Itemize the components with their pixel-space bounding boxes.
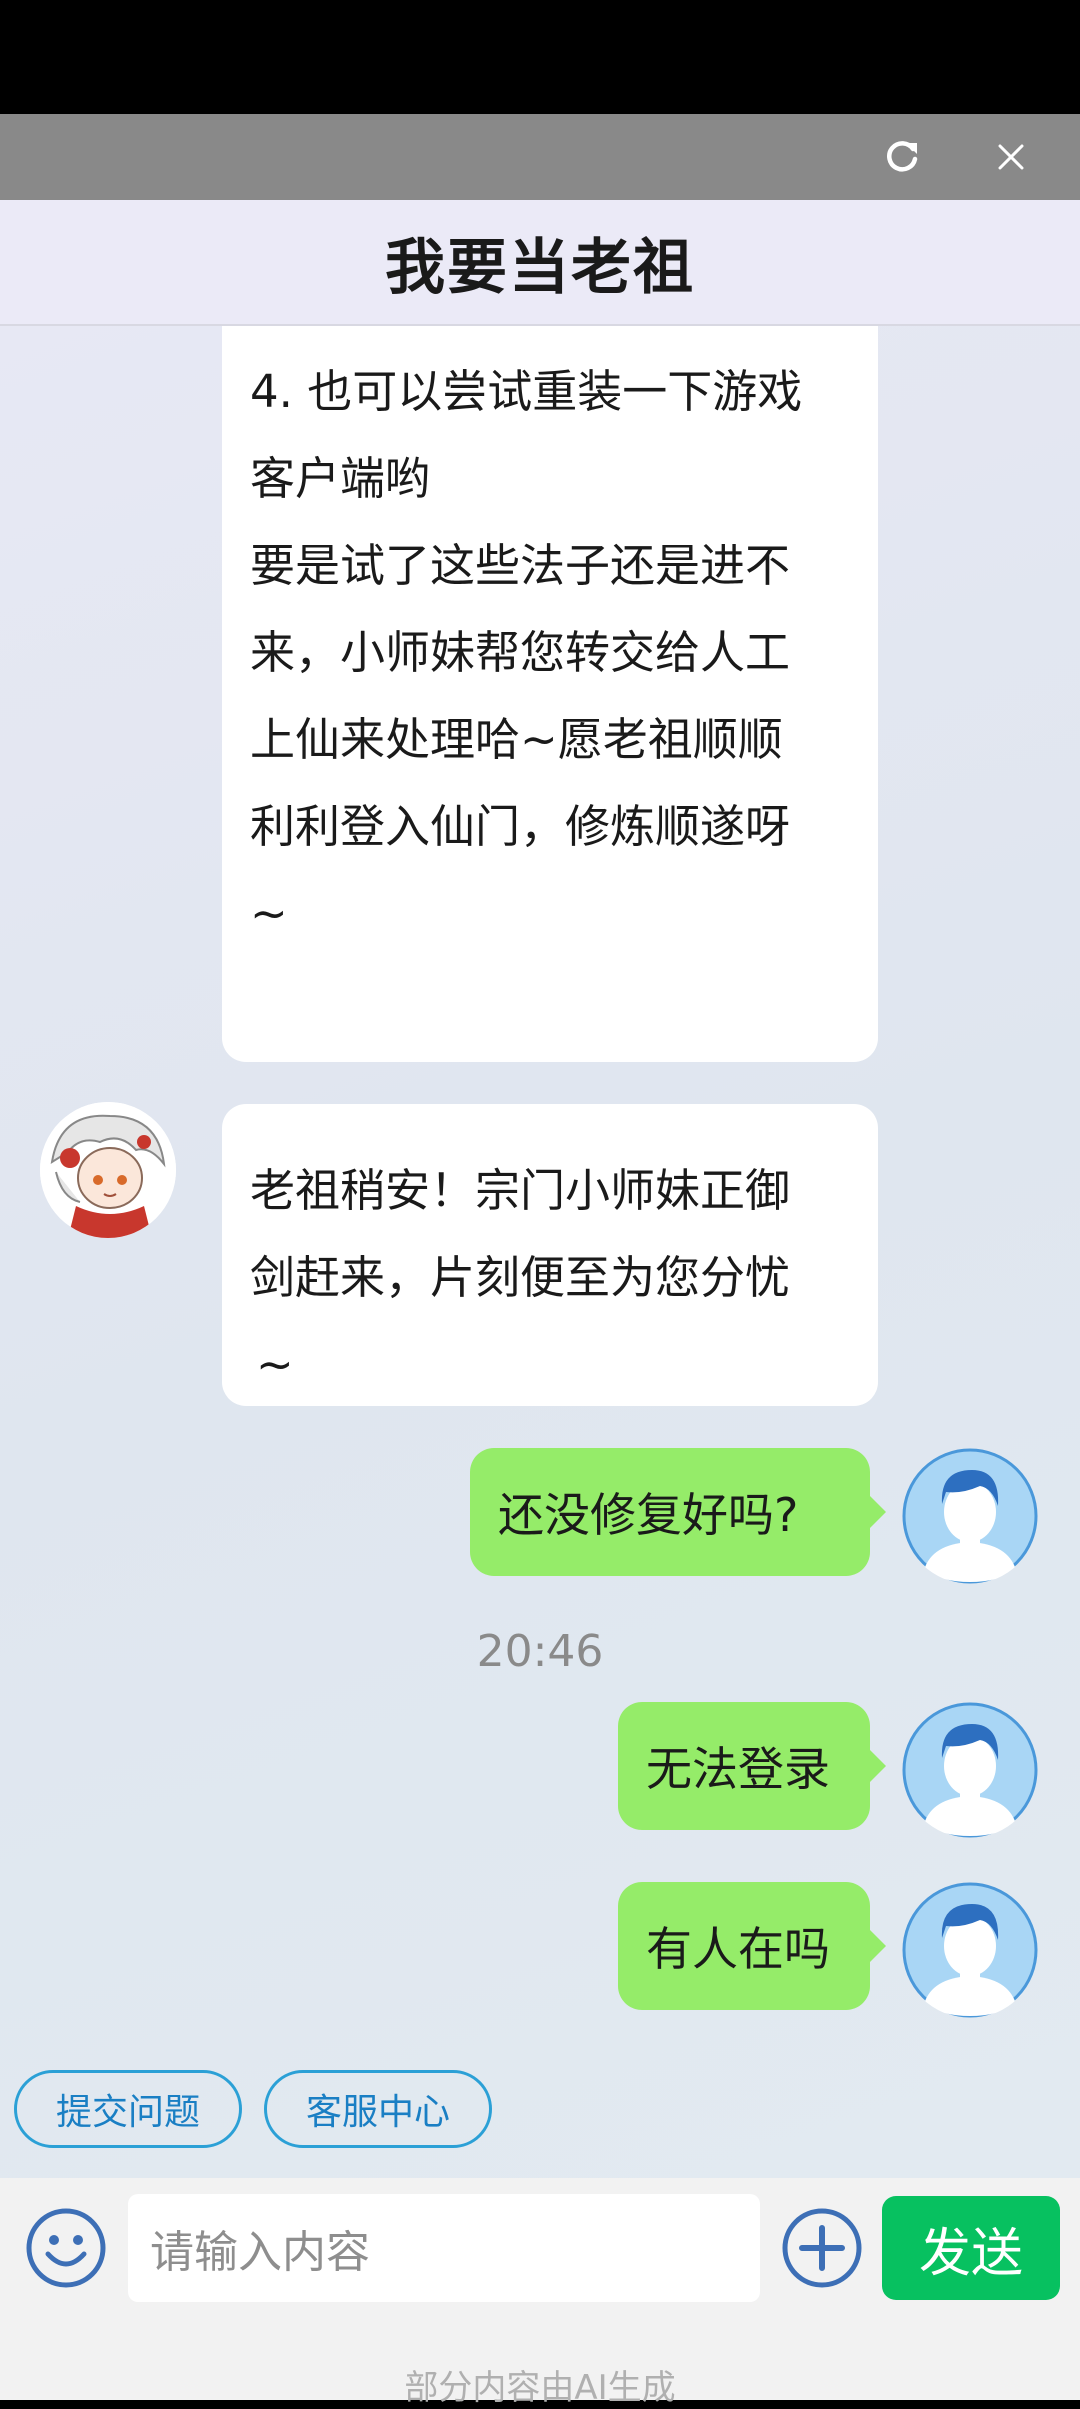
message-text: 无法登录 bbox=[646, 1742, 830, 1796]
bot-avatar[interactable] bbox=[40, 1102, 176, 1238]
input-placeholder: 请输入内容 bbox=[150, 2227, 370, 2278]
emoji-icon[interactable] bbox=[24, 2206, 108, 2290]
page-title: 我要当老祖 bbox=[385, 232, 695, 303]
submit-issue-button[interactable]: 提交问题 bbox=[14, 2070, 242, 2148]
top-toolbar bbox=[0, 114, 1080, 200]
message-bubble-bot[interactable]: 老祖稍安！宗门小师妹正御 剑赶来，片刻便至为您分忧 ~ bbox=[222, 1104, 878, 1406]
close-icon[interactable] bbox=[986, 132, 1036, 182]
timestamp: 20:46 bbox=[476, 1626, 604, 1677]
message-text: 兴许就能解决登录的阻碍啦 4. 也可以尝试重装一下游戏 客户端哟 要是试了这些法… bbox=[250, 326, 803, 940]
message-bubble-bot[interactable]: 兴许就能解决登录的阻碍啦 4. 也可以尝试重装一下游戏 客户端哟 要是试了这些法… bbox=[222, 326, 878, 1062]
message-text: 老祖稍安！宗门小师妹正御 bbox=[250, 1164, 791, 1217]
user-avatar[interactable] bbox=[902, 1702, 1038, 1838]
message-text: 剑赶来，片刻便至为您分忧 bbox=[250, 1251, 791, 1304]
user-avatar[interactable] bbox=[902, 1448, 1038, 1584]
message-text: ~ bbox=[256, 1338, 294, 1391]
send-button[interactable]: 发送 bbox=[882, 2196, 1060, 2300]
plus-icon[interactable] bbox=[780, 2206, 864, 2290]
user-avatar[interactable] bbox=[902, 1882, 1038, 2018]
title-bar: 我要当老祖 bbox=[0, 200, 1080, 326]
message-text: 有人在吗 bbox=[646, 1922, 830, 1976]
message-bubble-user[interactable]: 无法登录 bbox=[618, 1702, 886, 1830]
message-bubble-user[interactable]: 有人在吗 bbox=[618, 1882, 886, 2010]
message-text: 还没修复好吗? bbox=[498, 1488, 799, 1542]
chat-area[interactable]: 兴许就能解决登录的阻碍啦 4. 也可以尝试重装一下游戏 客户端哟 要是试了这些法… bbox=[0, 326, 1080, 2178]
message-bubble-user[interactable]: 还没修复好吗? bbox=[470, 1448, 886, 1576]
message-input[interactable]: 请输入内容 bbox=[128, 2194, 760, 2302]
input-bar: 请输入内容 发送 部分内容由AI生成 bbox=[0, 2178, 1080, 2408]
ai-disclaimer: 部分内容由AI生成 bbox=[404, 2368, 676, 2408]
status-bar bbox=[0, 0, 1080, 114]
refresh-icon[interactable] bbox=[877, 132, 927, 182]
customer-service-button[interactable]: 客服中心 bbox=[264, 2070, 492, 2148]
